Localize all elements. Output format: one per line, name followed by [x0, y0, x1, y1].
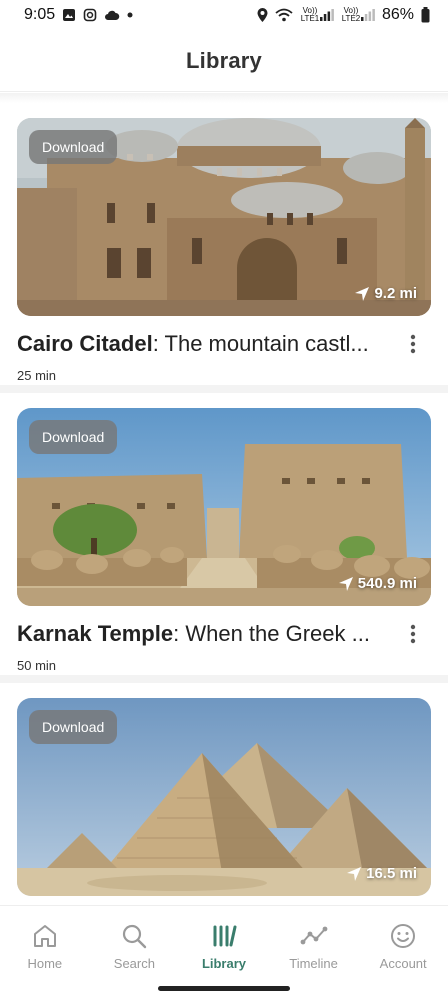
nav-label: Timeline [289, 955, 338, 971]
more-options-button[interactable] [399, 620, 427, 648]
wifi-icon [275, 8, 293, 22]
distance-badge: 9.2 mi [354, 285, 417, 302]
nav-label: Library [201, 955, 247, 971]
more-vertical-icon [410, 624, 416, 644]
location-icon [257, 8, 268, 22]
tour-image-giza-pyramids[interactable]: Download 16.5 mi [17, 698, 431, 896]
tour-title-row: Cairo Citadel: The mountain castl... [17, 330, 431, 358]
page-title: Library [186, 47, 262, 73]
tour-card-karnak-temple[interactable]: Download 540.9 mi Karnak Temple: When th… [0, 393, 448, 683]
status-time: 9:05 [24, 6, 56, 23]
nav-item-timeline[interactable]: Timeline [269, 921, 358, 971]
battery-percent: 86% [381, 6, 414, 23]
distance-value: 540.9 mi [357, 575, 417, 592]
tour-subtitle: : When the Greek ... [173, 621, 370, 646]
more-notifications-dot-icon [127, 12, 133, 18]
library-icon [211, 921, 237, 951]
home-icon [32, 921, 58, 951]
tour-subtitle: : The mountain castl... [152, 331, 369, 356]
distance-badge: 16.5 mi [346, 865, 417, 882]
cloud-notification-icon [104, 9, 120, 21]
navigation-arrow-icon [354, 286, 370, 302]
tour-duration: 25 min [17, 368, 57, 383]
tour-name: Karnak Temple [17, 621, 174, 646]
navigation-arrow-icon [346, 866, 362, 882]
search-icon [121, 921, 147, 951]
tour-title[interactable]: Karnak Temple: When the Greek ... [17, 621, 377, 647]
nav-label: Home [27, 955, 63, 971]
nav-item-home[interactable]: Home [0, 921, 89, 971]
tour-image-cairo-citadel[interactable]: Download 9.2 mi [17, 118, 431, 316]
account-icon [390, 921, 416, 951]
gallery-notification-icon [62, 8, 76, 22]
nav-item-library[interactable]: Library [179, 921, 268, 971]
download-button[interactable]: Download [29, 130, 118, 164]
signal-1-icon: Vo)) LTE1 [300, 7, 334, 23]
home-indicator-bar[interactable] [158, 986, 290, 991]
download-button[interactable]: Download [29, 420, 118, 454]
tour-image-karnak-temple[interactable]: Download 540.9 mi [17, 408, 431, 606]
tour-card-cairo-citadel[interactable]: Download 9.2 mi Cairo Citadel: The mount… [0, 103, 448, 393]
nav-item-account[interactable]: Account [359, 921, 448, 971]
nav-label: Account [379, 955, 427, 971]
timeline-icon [300, 921, 328, 951]
nav-label: Search [113, 955, 155, 971]
download-button[interactable]: Download [29, 710, 118, 744]
bottom-navigation: Home Search Library Timeline Account [0, 905, 448, 985]
more-options-button[interactable] [399, 330, 427, 358]
distance-value: 9.2 mi [374, 285, 417, 302]
tour-list[interactable]: Download 9.2 mi Cairo Citadel: The mount… [0, 103, 448, 973]
distance-value: 16.5 mi [366, 865, 417, 882]
app-header: Library [0, 30, 448, 92]
tour-duration: 50 min [17, 658, 57, 673]
battery-icon [421, 7, 430, 23]
more-vertical-icon [410, 334, 416, 354]
navigation-arrow-icon [338, 576, 354, 592]
status-bar: 9:05 Vo)) LTE1 Vo)) LTE2 86% [0, 0, 448, 30]
tour-title[interactable]: Cairo Citadel: The mountain castl... [17, 331, 377, 357]
distance-badge: 540.9 mi [338, 575, 417, 592]
signal-2-icon: Vo)) LTE2 [341, 7, 375, 23]
instagram-notification-icon [83, 8, 97, 22]
header-divider [0, 93, 448, 103]
tour-name: Cairo Citadel [17, 331, 153, 356]
tour-title-row: Karnak Temple: When the Greek ... [17, 620, 431, 648]
nav-item-search[interactable]: Search [90, 921, 179, 971]
